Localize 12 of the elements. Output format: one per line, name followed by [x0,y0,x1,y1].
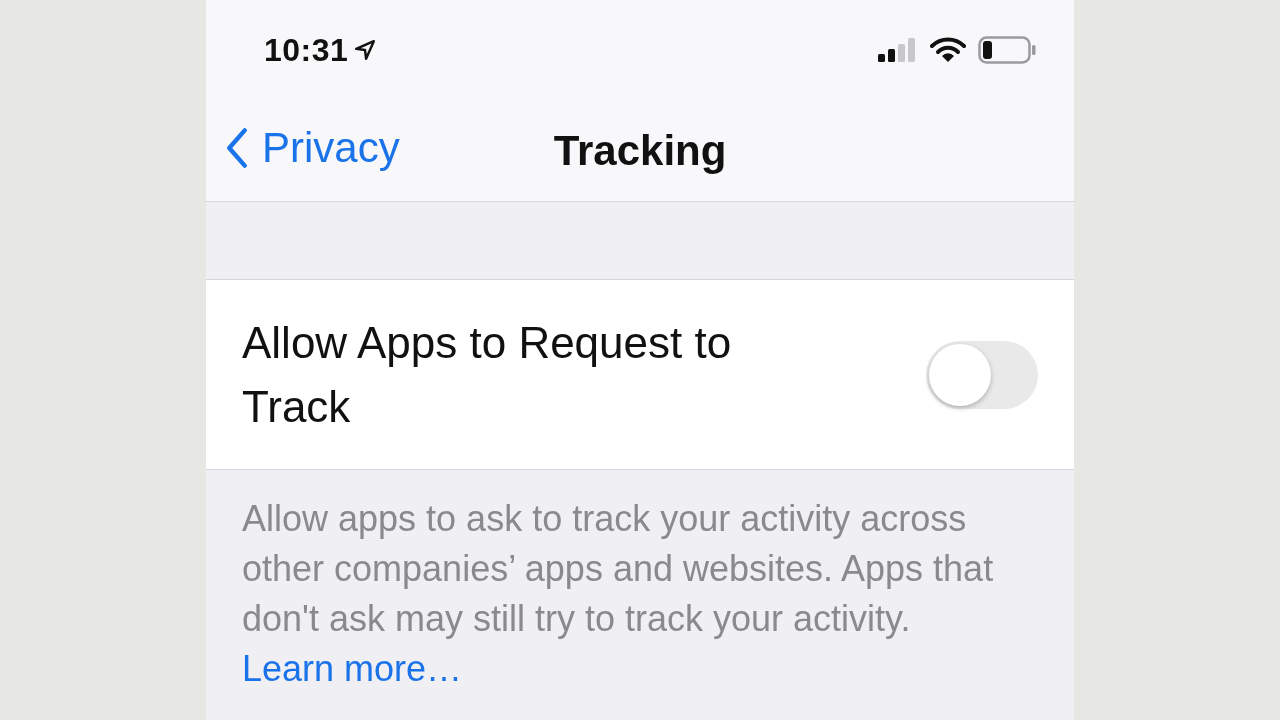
signal-icon [878,38,918,62]
setting-label: Allow Apps to Request to Track [242,316,733,433]
toggle-switch[interactable] [926,340,1038,409]
wifi-icon [930,37,966,63]
footer-description: Allow apps to ask to track your activity across other companies’ apps and websites. Apps that don't ask may still try to track your activity. Learn more… [241,497,995,691]
chevron-left-icon [226,128,248,168]
location-arrow-icon [354,39,377,61]
learn-more-link[interactable]: Learn more… [242,648,463,689]
screen-title: Tracking [553,126,727,175]
battery-icon [978,36,1036,64]
status-time: 10:31 [264,31,349,69]
back-button[interactable]: Privacy [226,124,400,172]
